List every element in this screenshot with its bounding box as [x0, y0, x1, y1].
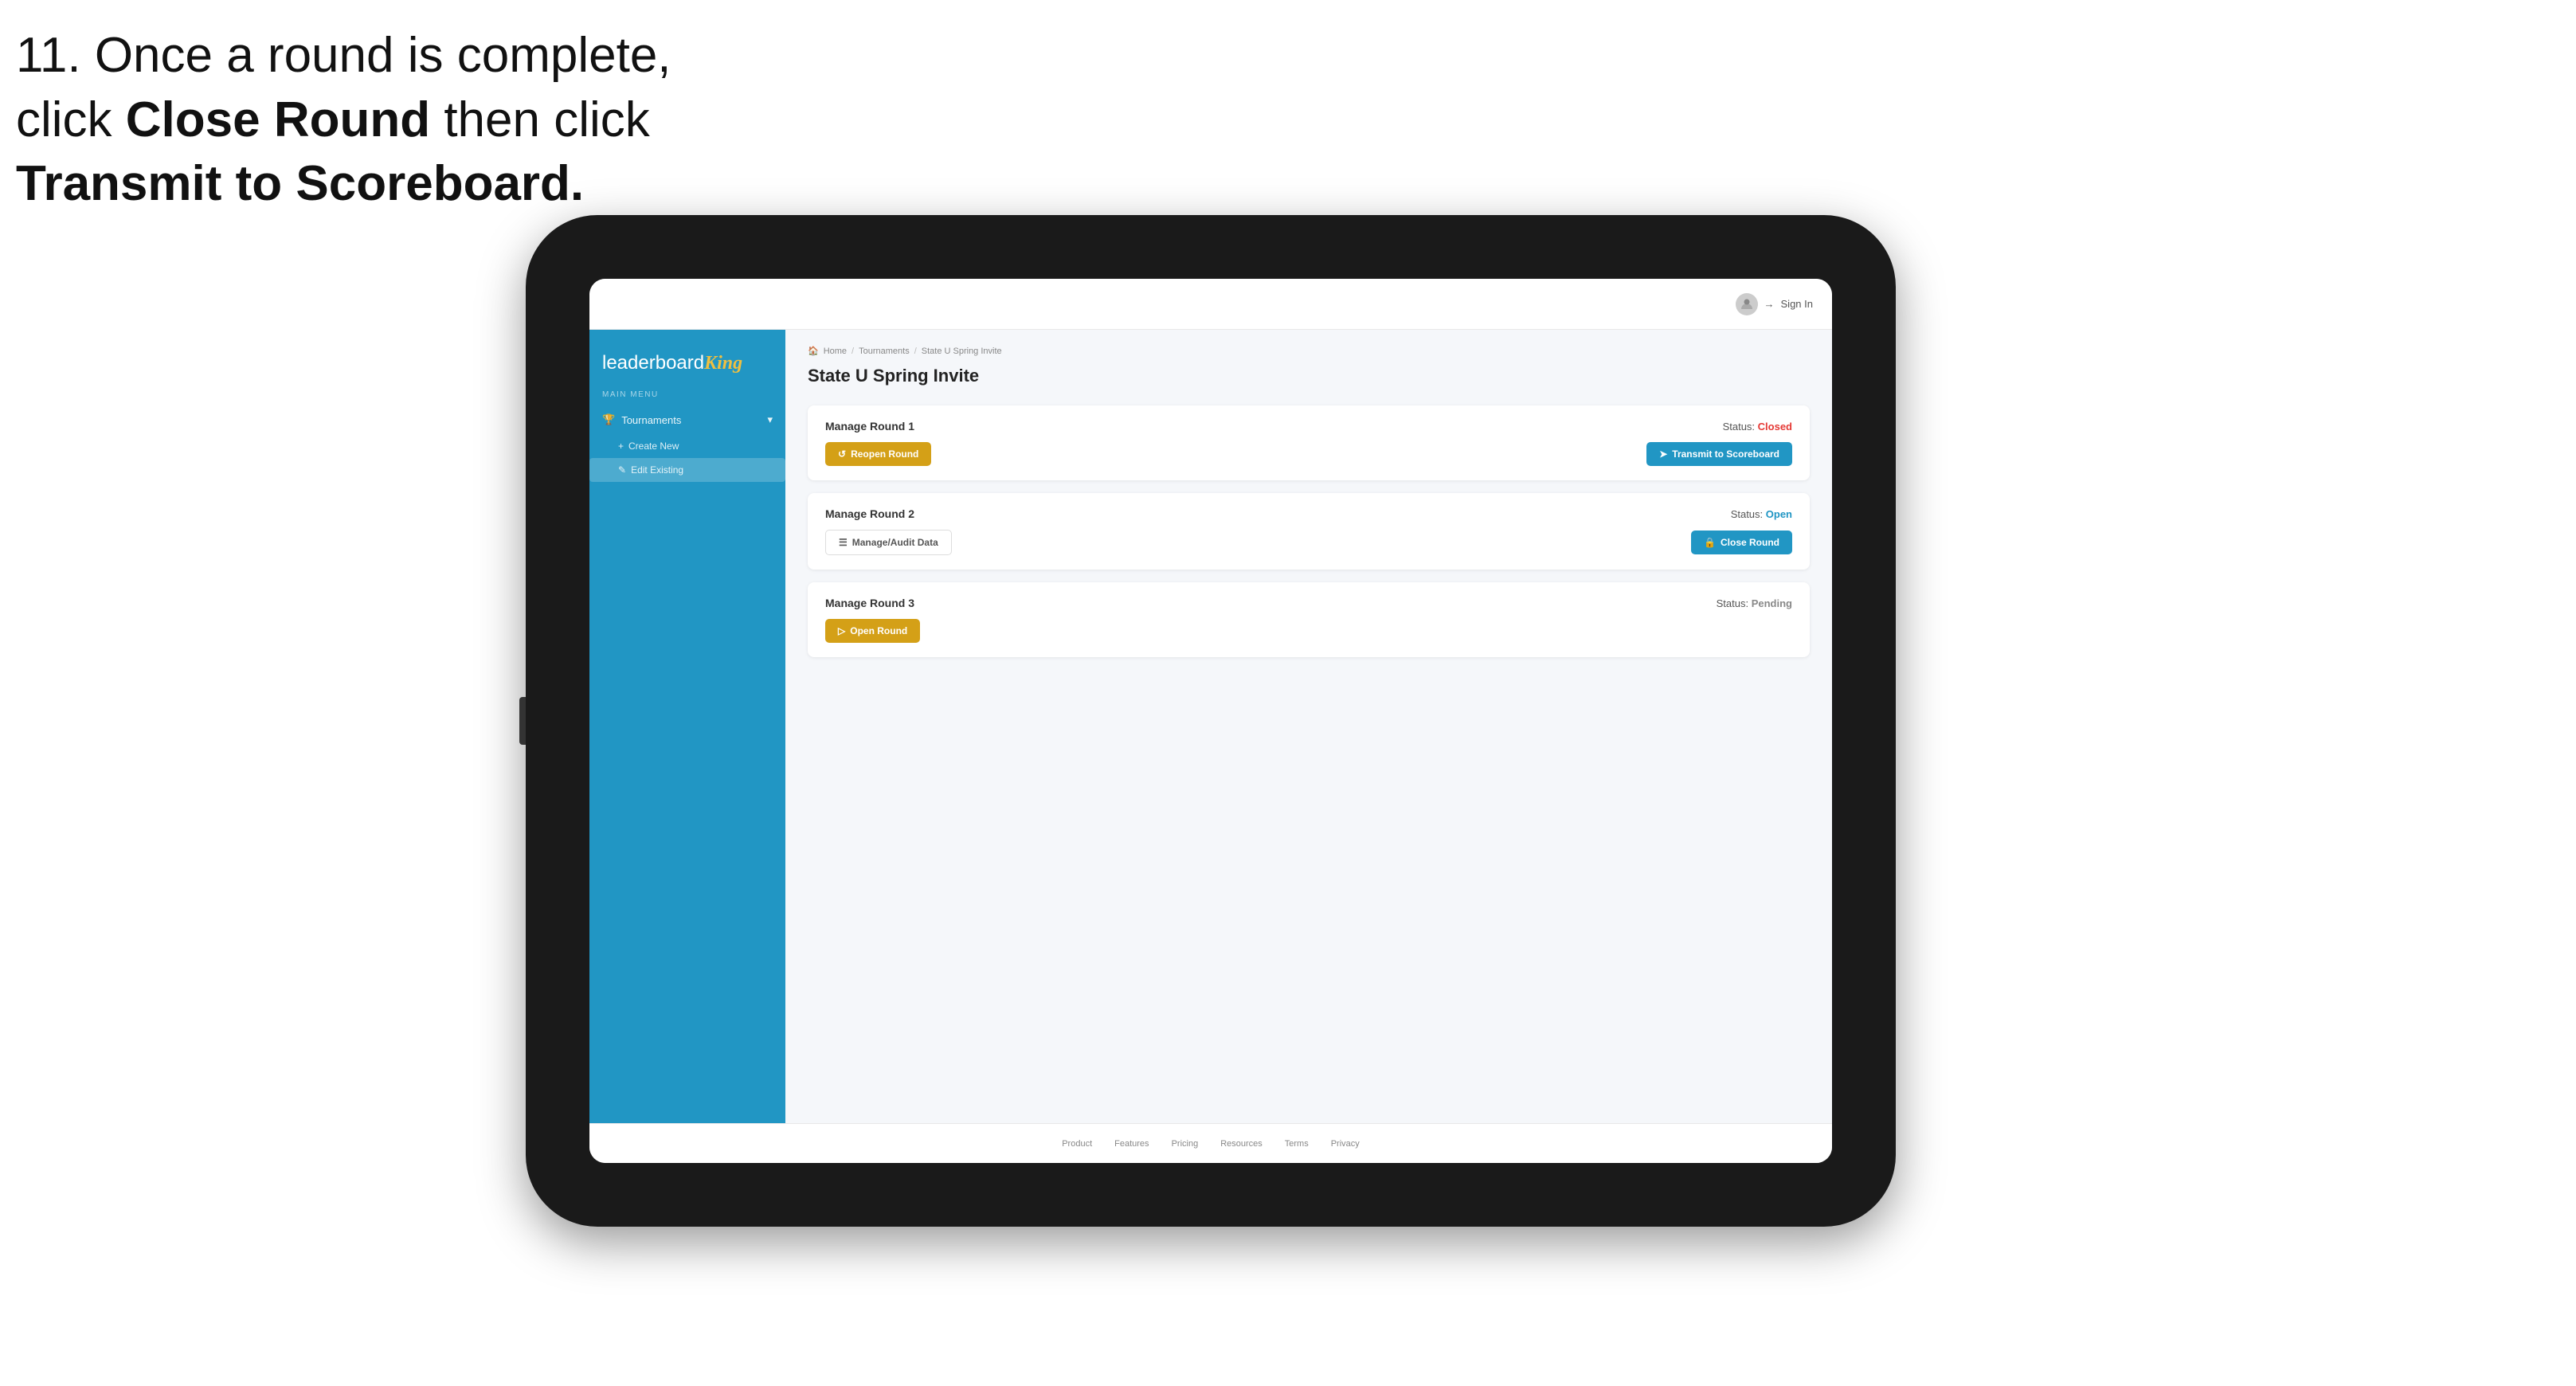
- footer-privacy[interactable]: Privacy: [1331, 1139, 1360, 1149]
- reopen-round-button[interactable]: ↺ Reopen Round: [825, 442, 931, 466]
- tournaments-label: Tournaments: [621, 414, 681, 426]
- sidebar-logo: leaderboardKing: [589, 343, 785, 390]
- home-icon: 🏠: [808, 346, 819, 356]
- round-1-card: Manage Round 1 Status: Closed ↺ Reopen R…: [808, 405, 1810, 480]
- round-1-status: Status: Closed: [1723, 421, 1792, 433]
- footer-resources[interactable]: Resources: [1220, 1139, 1263, 1149]
- instruction-block: 11. Once a round is complete, click Clos…: [16, 24, 671, 217]
- round-1-status-value: Closed: [1758, 421, 1792, 433]
- breadcrumb-home[interactable]: Home: [824, 346, 847, 356]
- close-round-button[interactable]: 🔒 Close Round: [1691, 531, 1792, 554]
- round-1-title: Manage Round 1: [825, 420, 914, 433]
- close-round-label: Close Round: [1721, 537, 1779, 548]
- round-3-title: Manage Round 3: [825, 597, 914, 609]
- manage-audit-label: Manage/Audit Data: [852, 537, 938, 548]
- sidebar-sub-item-create-new[interactable]: + Create New: [589, 434, 785, 458]
- signin-arrow-icon: →: [1764, 298, 1775, 310]
- footer: Product Features Pricing Resources Terms…: [589, 1123, 1832, 1163]
- page-title: State U Spring Invite: [808, 366, 1810, 386]
- footer-pricing[interactable]: Pricing: [1172, 1139, 1199, 1149]
- footer-terms[interactable]: Terms: [1285, 1139, 1309, 1149]
- instruction-line2: click Close Round then click: [16, 92, 650, 147]
- open-round-label: Open Round: [850, 625, 907, 636]
- manage-audit-data-button[interactable]: ☰ Manage/Audit Data: [825, 530, 952, 555]
- round-3-status: Status: Pending: [1717, 597, 1792, 609]
- round-2-status-value: Open: [1766, 508, 1792, 520]
- audit-icon: ☰: [839, 537, 848, 548]
- trophy-icon: 🏆: [602, 413, 615, 426]
- transmit-icon: ➤: [1659, 448, 1667, 460]
- logo-plain: leaderboard: [602, 352, 704, 374]
- breadcrumb-current: State U Spring Invite: [922, 346, 1002, 356]
- instruction-bold1: Close Round: [126, 92, 430, 147]
- open-icon: ▷: [838, 625, 845, 636]
- round-3-card: Manage Round 3 Status: Pending ▷ Open Ro…: [808, 582, 1810, 657]
- round-2-title: Manage Round 2: [825, 507, 914, 520]
- sign-in-area[interactable]: → Sign In: [1736, 293, 1813, 315]
- reopen-icon: ↺: [838, 448, 846, 460]
- logo-bold: King: [704, 353, 742, 374]
- instruction-line4: Transmit to Scoreboard.: [16, 156, 584, 211]
- round-2-status: Status: Open: [1731, 508, 1792, 520]
- round-2-card: Manage Round 2 Status: Open ☰ Manage/Aud…: [808, 493, 1810, 570]
- chevron-down-icon: ▾: [767, 413, 773, 426]
- sidebar-sub-item-edit-existing[interactable]: ✎ Edit Existing: [589, 458, 785, 482]
- tablet-side-button: [519, 697, 526, 745]
- content-area: 🏠 Home / Tournaments / State U Spring In…: [785, 330, 1832, 1123]
- breadcrumb-tournaments[interactable]: Tournaments: [859, 346, 910, 356]
- footer-features[interactable]: Features: [1114, 1139, 1149, 1149]
- plus-icon: +: [618, 440, 624, 452]
- transmit-label: Transmit to Scoreboard: [1672, 448, 1779, 460]
- create-new-label: Create New: [628, 440, 679, 452]
- sidebar: leaderboardKing MAIN MENU 🏆 Tournaments …: [589, 330, 785, 1123]
- transmit-to-scoreboard-button[interactable]: ➤ Transmit to Scoreboard: [1646, 442, 1792, 466]
- signin-label[interactable]: Sign In: [1781, 298, 1813, 310]
- edit-existing-label: Edit Existing: [631, 464, 683, 476]
- tablet-frame: → Sign In leaderboardKing MAIN MENU 🏆: [526, 215, 1896, 1227]
- main-layout: leaderboardKing MAIN MENU 🏆 Tournaments …: [589, 330, 1832, 1123]
- round-3-status-value: Pending: [1752, 597, 1792, 609]
- footer-product[interactable]: Product: [1062, 1139, 1092, 1149]
- breadcrumb: 🏠 Home / Tournaments / State U Spring In…: [808, 346, 1810, 356]
- edit-icon: ✎: [618, 464, 626, 476]
- reopen-round-label: Reopen Round: [851, 448, 918, 460]
- tablet-screen: → Sign In leaderboardKing MAIN MENU 🏆: [589, 279, 1832, 1163]
- user-avatar-icon: [1736, 293, 1758, 315]
- sidebar-menu-label: MAIN MENU: [589, 390, 785, 405]
- top-bar: → Sign In: [589, 279, 1832, 330]
- instruction-line1: 11. Once a round is complete,: [16, 28, 671, 83]
- lock-icon: 🔒: [1704, 537, 1716, 548]
- open-round-button[interactable]: ▷ Open Round: [825, 619, 920, 643]
- sidebar-item-tournaments[interactable]: 🏆 Tournaments ▾: [589, 405, 785, 434]
